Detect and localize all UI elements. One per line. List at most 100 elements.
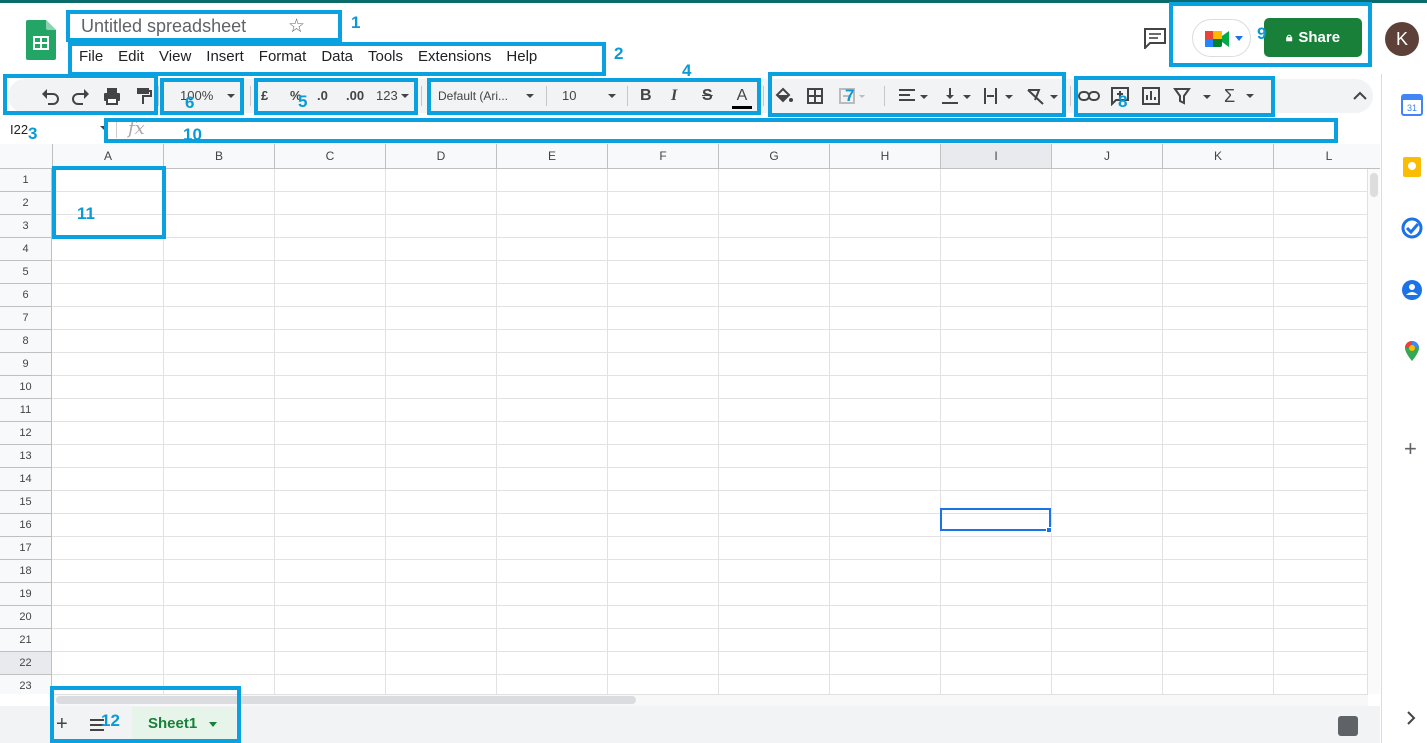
grid-column-line [1273,169,1274,694]
grid-column-line [274,169,275,694]
sheets-logo-icon[interactable] [26,20,56,60]
row-header[interactable]: 22 [0,652,52,675]
column-header[interactable]: E [497,144,608,169]
annotation-label: 3 [28,124,38,143]
svg-text:31: 31 [1407,103,1417,113]
annotation-box [1169,2,1372,67]
row-header[interactable]: 1 [0,169,52,192]
toolbar-divider [158,86,159,106]
grid-column-line [718,169,719,694]
annotation-label: 7 [845,86,855,105]
row-header[interactable]: 23 [0,675,52,694]
toolbar-divider [763,86,764,106]
row-header[interactable]: 14 [0,468,52,491]
keep-icon[interactable] [1401,156,1423,178]
annotation-box [3,74,158,115]
row-header[interactable]: 17 [0,537,52,560]
grid-row-line [52,191,1368,192]
comment-icon[interactable] [1143,27,1167,49]
calendar-icon[interactable]: 31 [1401,94,1423,116]
grid-row-line [52,398,1368,399]
grid-row-line [52,260,1368,261]
annotation-box [50,686,241,743]
toolbar-divider [250,86,251,106]
name-box[interactable]: I22 [10,122,28,137]
grid-row-line [52,352,1368,353]
grid-row-line [52,674,1368,675]
maps-icon[interactable] [1401,340,1423,362]
contacts-icon[interactable] [1401,279,1423,301]
annotation-box [66,10,342,42]
add-icon[interactable]: + [1404,436,1417,462]
column-header[interactable]: J [1052,144,1163,169]
spreadsheet-grid[interactable]: A B C D E F G H I J K L 1 2 3 4 5 6 7 8 9 10 11 12 1… [0,144,1380,694]
explore-icon[interactable] [1338,716,1358,736]
grid-column-line [496,169,497,694]
row-header[interactable]: 4 [0,238,52,261]
grid-column-line [940,169,941,694]
column-header[interactable]: H [830,144,941,169]
row-header[interactable]: 3 [0,215,52,238]
grid-row-line [52,375,1368,376]
grid-row-line [52,444,1368,445]
vertical-scroll-thumb[interactable] [1370,173,1378,197]
grid-column-line [163,169,164,694]
annotation-label: 6 [185,93,195,112]
grid-column-line [385,169,386,694]
row-header[interactable]: 19 [0,583,52,606]
row-header[interactable]: 21 [0,629,52,652]
annotation-label: 12 [101,711,120,730]
toolbar-divider [421,86,422,106]
row-header[interactable]: 6 [0,284,52,307]
row-header[interactable]: 20 [0,606,52,629]
grid-row-line [52,214,1368,215]
annotation-box [160,78,244,115]
row-header[interactable]: 16 [0,514,52,537]
annotation-label: 8 [1118,92,1128,111]
annotation-label: 2 [614,44,624,63]
column-header[interactable]: D [386,144,497,169]
row-header[interactable]: 8 [0,330,52,353]
collapse-toolbar-icon[interactable] [1351,86,1369,106]
column-header[interactable]: C [275,144,386,169]
column-header[interactable]: K [1163,144,1274,169]
row-header[interactable]: 12 [0,422,52,445]
row-header[interactable]: 5 [0,261,52,284]
column-header[interactable]: B [164,144,275,169]
annotation-box [427,78,761,115]
grid-row-line [52,237,1368,238]
grid-row-line [52,605,1368,606]
annotation-box [52,166,166,239]
select-all-corner[interactable] [0,144,53,169]
grid-column-line [829,169,830,694]
annotation-label: 4 [682,61,692,80]
row-header[interactable]: 9 [0,353,52,376]
grid-row-line [52,628,1368,629]
grid-row-line [52,513,1368,514]
selected-cell[interactable] [940,508,1051,531]
row-header[interactable]: 15 [0,491,52,514]
grid-row-line [52,536,1368,537]
fill-handle[interactable] [1046,527,1052,533]
row-header[interactable]: 13 [0,445,52,468]
vertical-scrollbar[interactable] [1367,169,1380,694]
chevron-right-icon[interactable] [1404,710,1418,726]
row-header[interactable]: 11 [0,399,52,422]
annotation-label: 5 [298,92,308,111]
annotation-label: 10 [183,125,202,144]
tasks-icon[interactable] [1401,217,1423,239]
row-header[interactable]: 2 [0,192,52,215]
grid-column-line [1162,169,1163,694]
column-header[interactable]: L [1274,144,1380,169]
avatar[interactable]: K [1385,22,1419,56]
grid-row-line [52,329,1368,330]
annotation-label: 9 [1257,24,1267,43]
row-header[interactable]: 10 [0,376,52,399]
column-header[interactable]: G [719,144,830,169]
row-header[interactable]: 7 [0,307,52,330]
annotation-box [68,42,606,76]
row-header[interactable]: 18 [0,560,52,583]
grid-row-line [52,582,1368,583]
column-header-selected[interactable]: I [941,144,1052,169]
column-header[interactable]: F [608,144,719,169]
